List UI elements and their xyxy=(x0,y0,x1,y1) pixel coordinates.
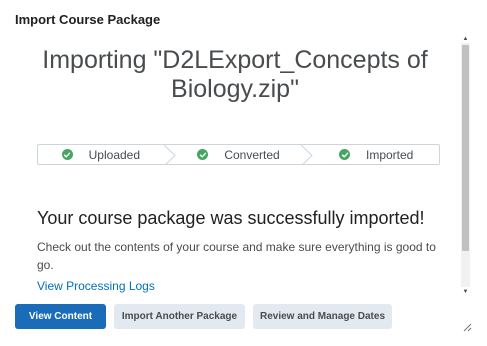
view-processing-logs-link[interactable]: View Processing Logs xyxy=(37,279,155,293)
import-heading: Importing "D2LExport_Concepts of Biology… xyxy=(42,46,428,103)
check-circle-icon xyxy=(61,149,73,160)
view-content-button[interactable]: View Content xyxy=(15,304,106,329)
success-message: Your course package was successfully imp… xyxy=(37,208,425,228)
dialog-footer: View Content Import Another Package Revi… xyxy=(15,304,392,329)
step-label: Converted xyxy=(224,147,280,162)
vertical-scrollbar[interactable]: ▲ ▼ xyxy=(461,34,470,296)
scroll-down-arrow-icon[interactable]: ▼ xyxy=(461,287,470,296)
step-label: Imported xyxy=(366,147,414,162)
dialog-title: Import Course Package xyxy=(15,12,161,27)
step-uploaded: Uploaded xyxy=(38,145,164,164)
resize-grip-icon[interactable] xyxy=(462,322,472,332)
success-description: Check out the contents of your course an… xyxy=(37,240,436,272)
step-label: Uploaded xyxy=(88,147,141,162)
check-circle-icon xyxy=(339,149,350,160)
check-circle-icon xyxy=(197,149,209,160)
progress-steps: Uploaded Converted Imported xyxy=(37,144,440,165)
step-separator-icon xyxy=(163,145,176,164)
scroll-thumb[interactable] xyxy=(462,45,469,251)
step-separator-icon xyxy=(301,145,314,164)
review-manage-dates-button[interactable]: Review and Manage Dates xyxy=(253,304,392,329)
dialog-content: Importing "D2LExport_Concepts of Biology… xyxy=(0,32,470,298)
step-imported: Imported xyxy=(313,145,439,164)
import-another-package-button[interactable]: Import Another Package xyxy=(114,304,245,329)
step-converted: Converted xyxy=(176,145,302,164)
scroll-track[interactable] xyxy=(461,43,470,287)
scroll-up-arrow-icon[interactable]: ▲ xyxy=(461,34,470,43)
